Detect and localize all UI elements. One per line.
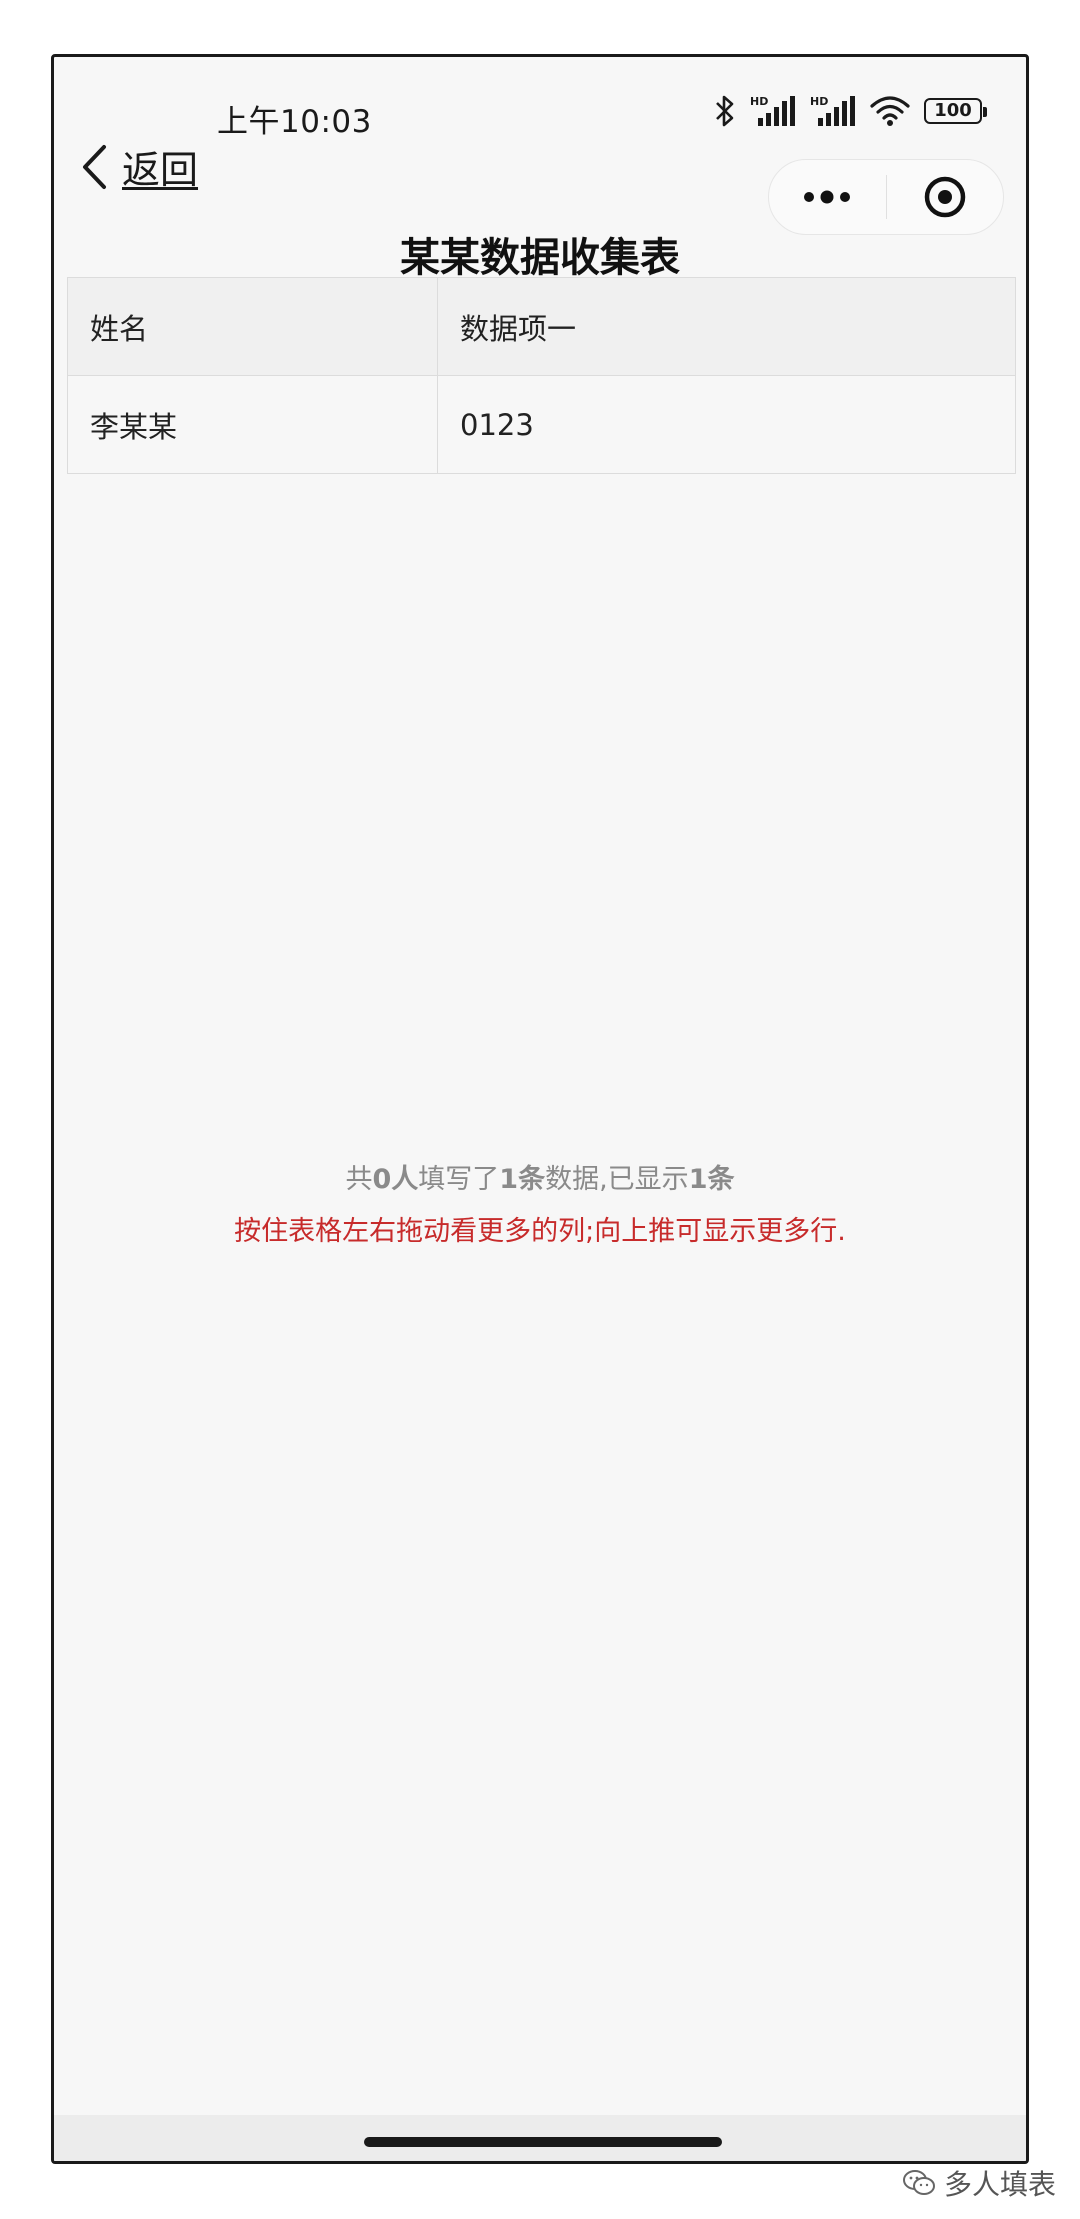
drag-hint: 按住表格左右拖动看更多的列;向上推可显示更多行. (234, 1216, 846, 1247)
data-table[interactable]: 姓名 数据项一 李某某 0123 (67, 277, 1016, 474)
hd-signal-icon: HD (750, 95, 795, 126)
page: 上午10:03 HD HD 100 返回 某某数据收集表 姓名 数据项一 李某某… (0, 0, 1080, 2219)
wechat-logo-icon (902, 2170, 935, 2195)
status-time: 上午10:03 (217, 104, 372, 140)
summary-people: 0人 (372, 1164, 419, 1195)
more-dots-icon (804, 190, 851, 204)
back-label: 返回 (122, 148, 199, 192)
watermark-text: 多人填表 (943, 2168, 1056, 2201)
page-title: 某某数据收集表 (400, 235, 680, 281)
chevron-left-icon (83, 144, 106, 189)
summary-prefix: 共 (345, 1164, 373, 1195)
summary-count: 1条 (499, 1164, 546, 1195)
watermark: 多人填表 (902, 2163, 1056, 2203)
column-header-name: 姓名 (67, 277, 438, 376)
phone-screen: 上午10:03 HD HD 100 返回 某某数据收集表 姓名 数据项一 李某某… (51, 54, 1029, 2164)
summary-mid2: 数据,已显示 (545, 1164, 689, 1195)
more-button[interactable] (769, 160, 886, 234)
svg-text:HD: HD (750, 95, 768, 108)
close-button[interactable] (887, 160, 1004, 234)
battery-icon: 100 (924, 98, 987, 124)
back-button[interactable]: 返回 (80, 139, 198, 194)
table-cell[interactable]: 李某某 (67, 375, 438, 474)
battery-level: 100 (934, 100, 972, 121)
table-header-row: 姓名 数据项一 (67, 277, 1016, 376)
home-indicator[interactable] (364, 2137, 722, 2147)
wifi-icon (870, 96, 910, 126)
mini-program-capsule (768, 159, 1004, 235)
close-target-icon (924, 176, 965, 218)
hd-signal-icon: HD (810, 95, 855, 126)
svg-text:HD: HD (810, 95, 828, 108)
table-row[interactable]: 李某某 0123 (67, 375, 1016, 474)
summary-mid1: 填写了 (418, 1164, 500, 1195)
summary-shown: 1条 (688, 1164, 735, 1195)
column-header-item1: 数据项一 (437, 277, 1016, 376)
bluetooth-icon (716, 95, 734, 127)
table-cell[interactable]: 0123 (437, 375, 1016, 474)
status-icons: HD HD 100 (714, 93, 987, 129)
summary-text: 共0人填写了1条数据,已显示1条 (54, 1157, 1026, 1196)
